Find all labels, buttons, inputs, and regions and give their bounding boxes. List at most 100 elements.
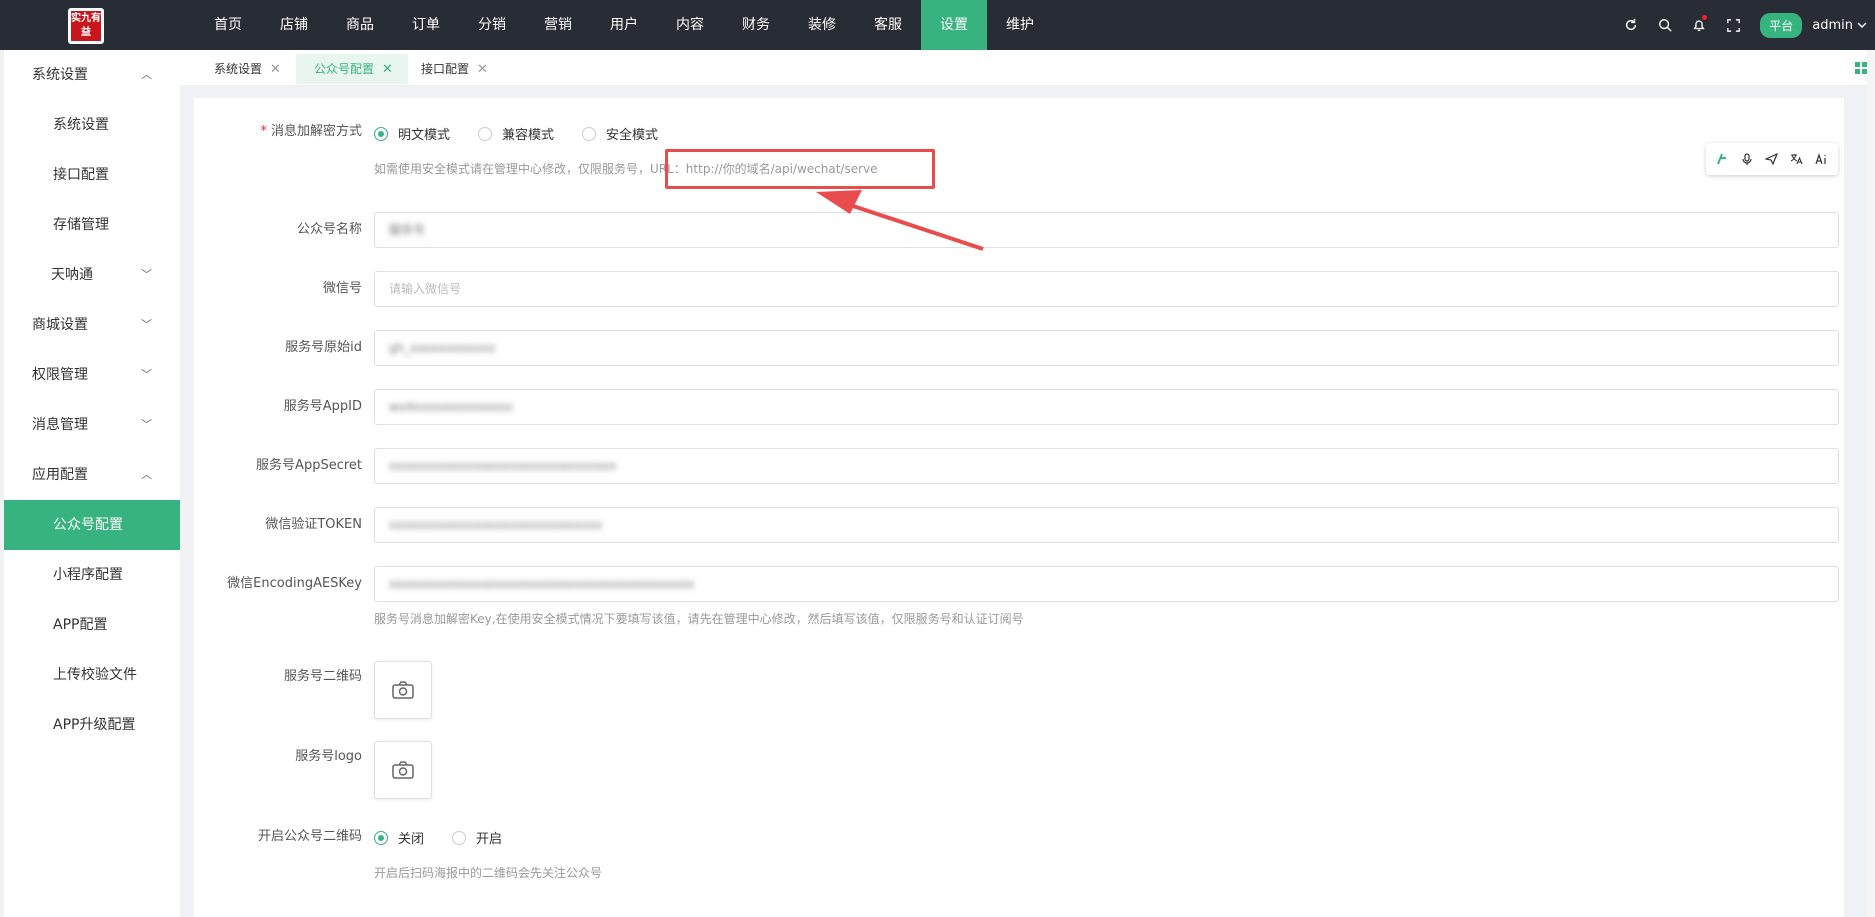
qrcode-upload[interactable] (374, 661, 432, 719)
close-icon[interactable]: ✕ (382, 62, 393, 77)
logo-text: 实九有益 (71, 11, 101, 41)
grid-icon[interactable] (1855, 62, 1867, 74)
camera-icon (392, 681, 414, 699)
sidebar-group-mall-settings[interactable]: 商城设置 ﹀ (4, 300, 180, 350)
nav-item-settings[interactable]: 设置 (921, 0, 987, 50)
sidebar-item-interface-config[interactable]: 接口配置 (4, 150, 180, 200)
sidebar-group-messages[interactable]: 消息管理 ﹀ (4, 400, 180, 450)
nav-item-home[interactable]: 首页 (195, 0, 261, 50)
wechat-id-input[interactable]: 请输入微信号 (374, 271, 1839, 307)
logo-upload[interactable] (374, 741, 432, 799)
chevron-down-icon (1857, 22, 1867, 28)
enable-qrcode-radios: 关闭 开启 (374, 828, 502, 847)
nav-item-marketing[interactable]: 营销 (525, 0, 591, 50)
encrypt-mode-radios: 明文模式 兼容模式 安全模式 (374, 124, 658, 143)
sidebar-group-permissions[interactable]: 权限管理 ﹀ (4, 350, 180, 400)
sidebar-group-app-config[interactable]: 应用配置 ︿ (4, 450, 180, 500)
nav-item-orders[interactable]: 订单 (393, 0, 459, 50)
input-value: xxxxxxxxxxxxxxxxxxxxxxxxxxxxxx (389, 518, 603, 532)
chevron-down-icon: ﹀ (141, 268, 152, 281)
enable-qrcode-hint: 开启后扫码海报中的二维码会先关注公众号 (374, 866, 603, 880)
qrcode-label: 服务号二维码 (283, 669, 362, 684)
sidebar-item-app-config[interactable]: APP配置 (4, 600, 180, 650)
app-secret-label: 服务号AppSecret (256, 458, 362, 473)
origin-id-input[interactable]: gh_xxxxxxxxxxxx (374, 330, 1839, 366)
scrollbar[interactable] (1867, 50, 1875, 917)
encrypt-mode-label: * 消息加解密方式 (194, 122, 362, 142)
nav-item-content[interactable]: 内容 (657, 0, 723, 50)
bell-icon[interactable] (1682, 0, 1716, 50)
radio-secure[interactable]: 安全模式 (582, 124, 658, 143)
logo[interactable]: 实九有益 (68, 8, 104, 44)
translate-icon[interactable] (1787, 149, 1807, 169)
ai-text-icon[interactable] (1812, 149, 1832, 169)
sidebar-item-label: 消息管理 (32, 417, 88, 433)
nav-item-shop[interactable]: 店铺 (261, 0, 327, 50)
tab-system-settings[interactable]: 系统设置 ✕ (180, 54, 296, 84)
camera-icon (392, 761, 414, 779)
radio-plaintext[interactable]: 明文模式 (374, 124, 450, 143)
account-name-input[interactable]: 服务号 (374, 212, 1839, 248)
radio-label: 关闭 (398, 832, 425, 847)
radio-on[interactable]: 开启 (452, 828, 502, 847)
platform-badge[interactable]: 平台 (1760, 12, 1803, 38)
aes-key-hint: 服务号消息加解密Key,在使用安全模式情况下要填写该值，请先在管理中心修改，然后… (374, 612, 1024, 626)
enable-qrcode-label: 开启公众号二维码 (257, 829, 362, 844)
sidebar-item-mini-program[interactable]: 小程序配置 (4, 550, 180, 600)
nav-item-distribution[interactable]: 分销 (459, 0, 525, 50)
token-label: 微信验证TOKEN (265, 517, 362, 532)
radio-compatible[interactable]: 兼容模式 (478, 124, 554, 143)
label-text: 消息加解密方式 (270, 124, 362, 139)
nav-item-service[interactable]: 客服 (855, 0, 921, 50)
radio-dot[interactable] (478, 126, 493, 141)
radio-dot[interactable] (374, 830, 388, 845)
fullscreen-icon[interactable] (1716, 0, 1750, 50)
user-menu[interactable]: admin (1812, 18, 1867, 33)
refresh-icon[interactable] (1614, 0, 1648, 50)
sidebar-item-storage[interactable]: 存储管理 (4, 200, 180, 250)
sidebar-item-system-settings[interactable]: 系统设置 (4, 100, 180, 150)
close-icon[interactable]: ✕ (477, 62, 488, 77)
tab-label: 接口配置 (421, 62, 470, 76)
nav-item-decoration[interactable]: 装修 (789, 0, 855, 50)
top-navbar: 实九有益 首页 店铺 商品 订单 分销 营销 用户 内容 财务 装修 客服 设置… (0, 0, 1875, 50)
nav-item-finance[interactable]: 财务 (723, 0, 789, 50)
url-highlight-box (665, 149, 935, 189)
sidebar: 系统设置 ︿ 系统设置 接口配置 存储管理 天呐通 ﹀ 商城设置 ﹀ 权限管理 … (4, 50, 180, 917)
floating-toolbar (1706, 143, 1838, 175)
search-icon[interactable] (1648, 0, 1682, 50)
radio-dot[interactable] (374, 126, 388, 141)
nav-item-maintenance[interactable]: 维护 (987, 0, 1053, 50)
app-secret-input[interactable]: xxxxxxxxxxxxxxxxxxxxxxxxxxxxxxxx (374, 448, 1839, 484)
app-id-input[interactable]: wx4xxxxxxxxxxxxxx (374, 389, 1839, 425)
user-name: admin (1812, 17, 1853, 33)
sidebar-item-tianyitong[interactable]: 天呐通 ﹀ (4, 250, 180, 300)
aes-key-label: 微信EncodingAESKey (227, 576, 362, 591)
sidebar-item-label: 权限管理 (32, 367, 88, 383)
top-right-tools: 平台 admin (1614, 0, 1867, 50)
chevron-up-icon: ︿ (141, 68, 152, 81)
close-icon[interactable]: ✕ (270, 62, 281, 77)
sidebar-item-label: 应用配置 (32, 467, 88, 483)
radio-label: 兼容模式 (502, 128, 555, 143)
tab-official-account[interactable]: 公众号配置 ✕ (296, 54, 408, 84)
tab-label: 系统设置 (214, 62, 263, 76)
sidebar-item-official-account[interactable]: 公众号配置 (4, 500, 180, 550)
sidebar-group-system-settings[interactable]: 系统设置 ︿ (4, 50, 180, 100)
tab-interface-config[interactable]: 接口配置 ✕ (421, 54, 503, 84)
nav-item-products[interactable]: 商品 (327, 0, 393, 50)
radio-dot[interactable] (452, 830, 467, 845)
radio-dot[interactable] (582, 126, 597, 141)
radio-off[interactable]: 关闭 (374, 828, 424, 847)
radio-label: 安全模式 (606, 128, 659, 143)
aes-key-input[interactable]: xxxxxxxxxxxxxxxxxxxxxxxxxxxxxxxxxxxxxxxx… (374, 566, 1839, 602)
pen-icon[interactable] (1712, 149, 1732, 169)
send-icon[interactable] (1762, 149, 1782, 169)
input-value: wx4xxxxxxxxxxxxxx (389, 400, 513, 414)
sidebar-item-app-upgrade[interactable]: APP升级配置 (4, 700, 180, 750)
nav-item-users[interactable]: 用户 (591, 0, 657, 50)
microphone-icon[interactable] (1737, 149, 1757, 169)
sidebar-item-upload-verify[interactable]: 上传校验文件 (4, 650, 180, 700)
token-input[interactable]: xxxxxxxxxxxxxxxxxxxxxxxxxxxxxx (374, 507, 1839, 543)
logo-label: 服务号logo (295, 749, 362, 764)
